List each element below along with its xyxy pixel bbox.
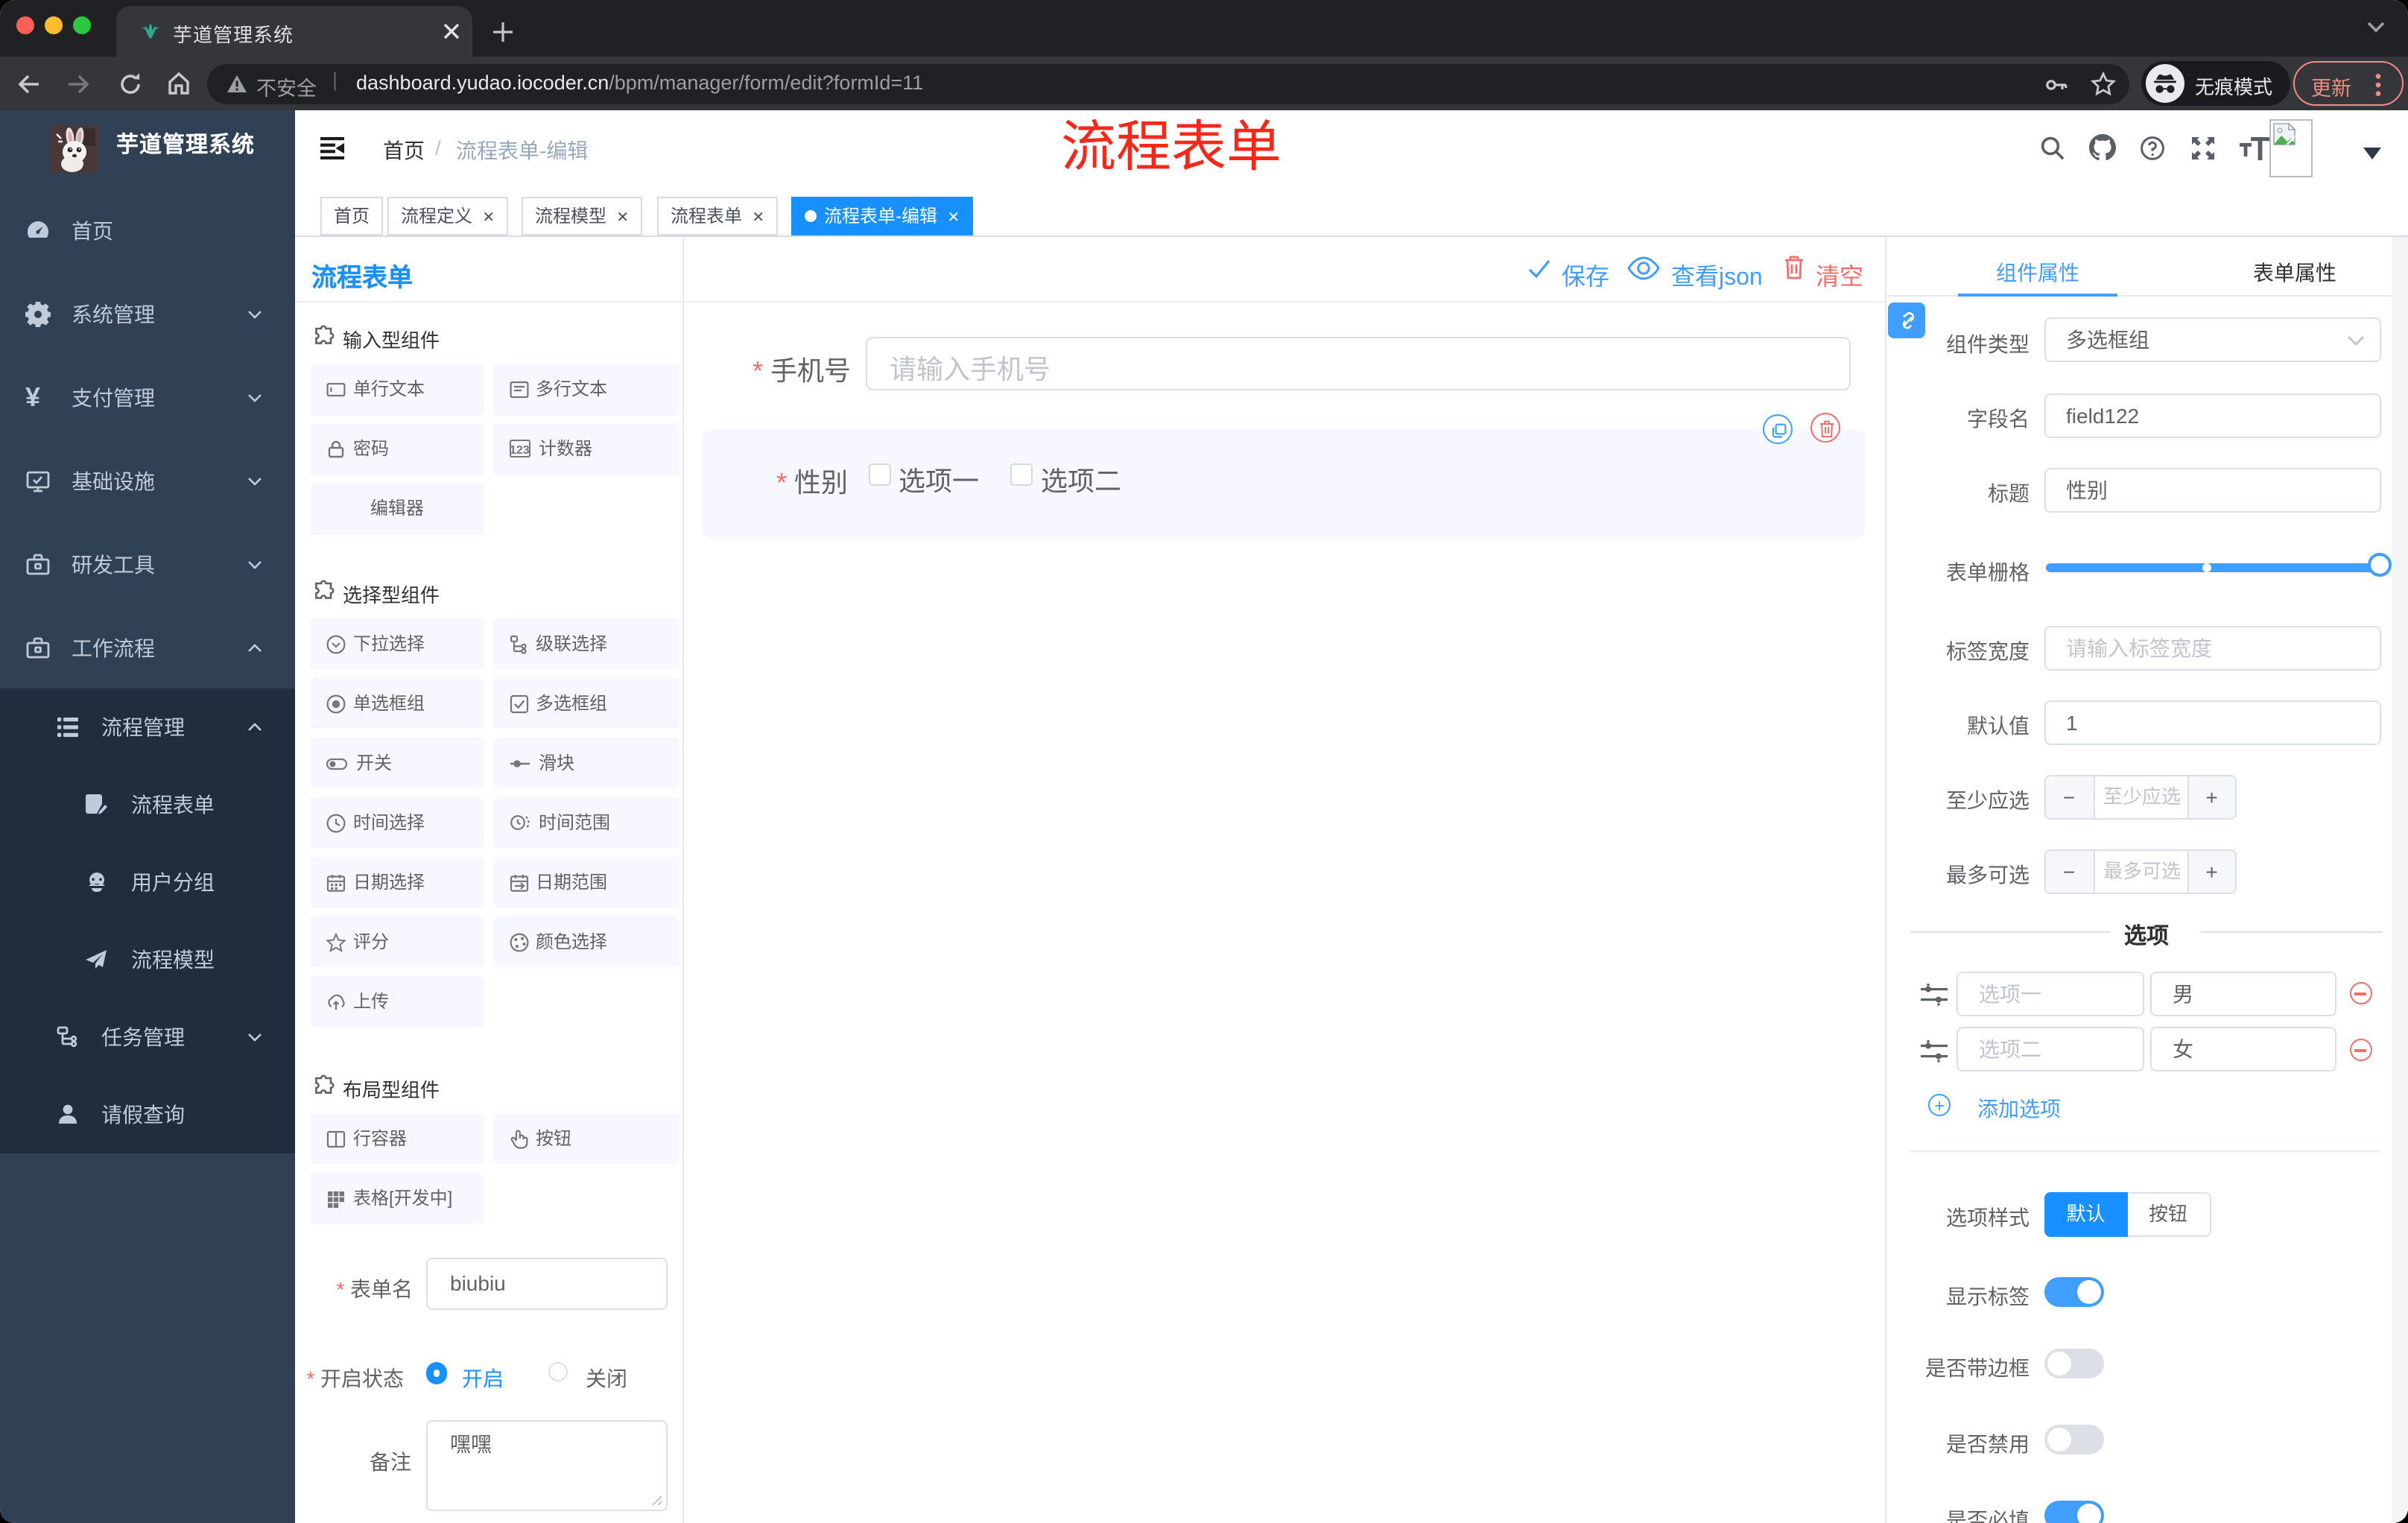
svg-text:123: 123 — [509, 444, 529, 457]
